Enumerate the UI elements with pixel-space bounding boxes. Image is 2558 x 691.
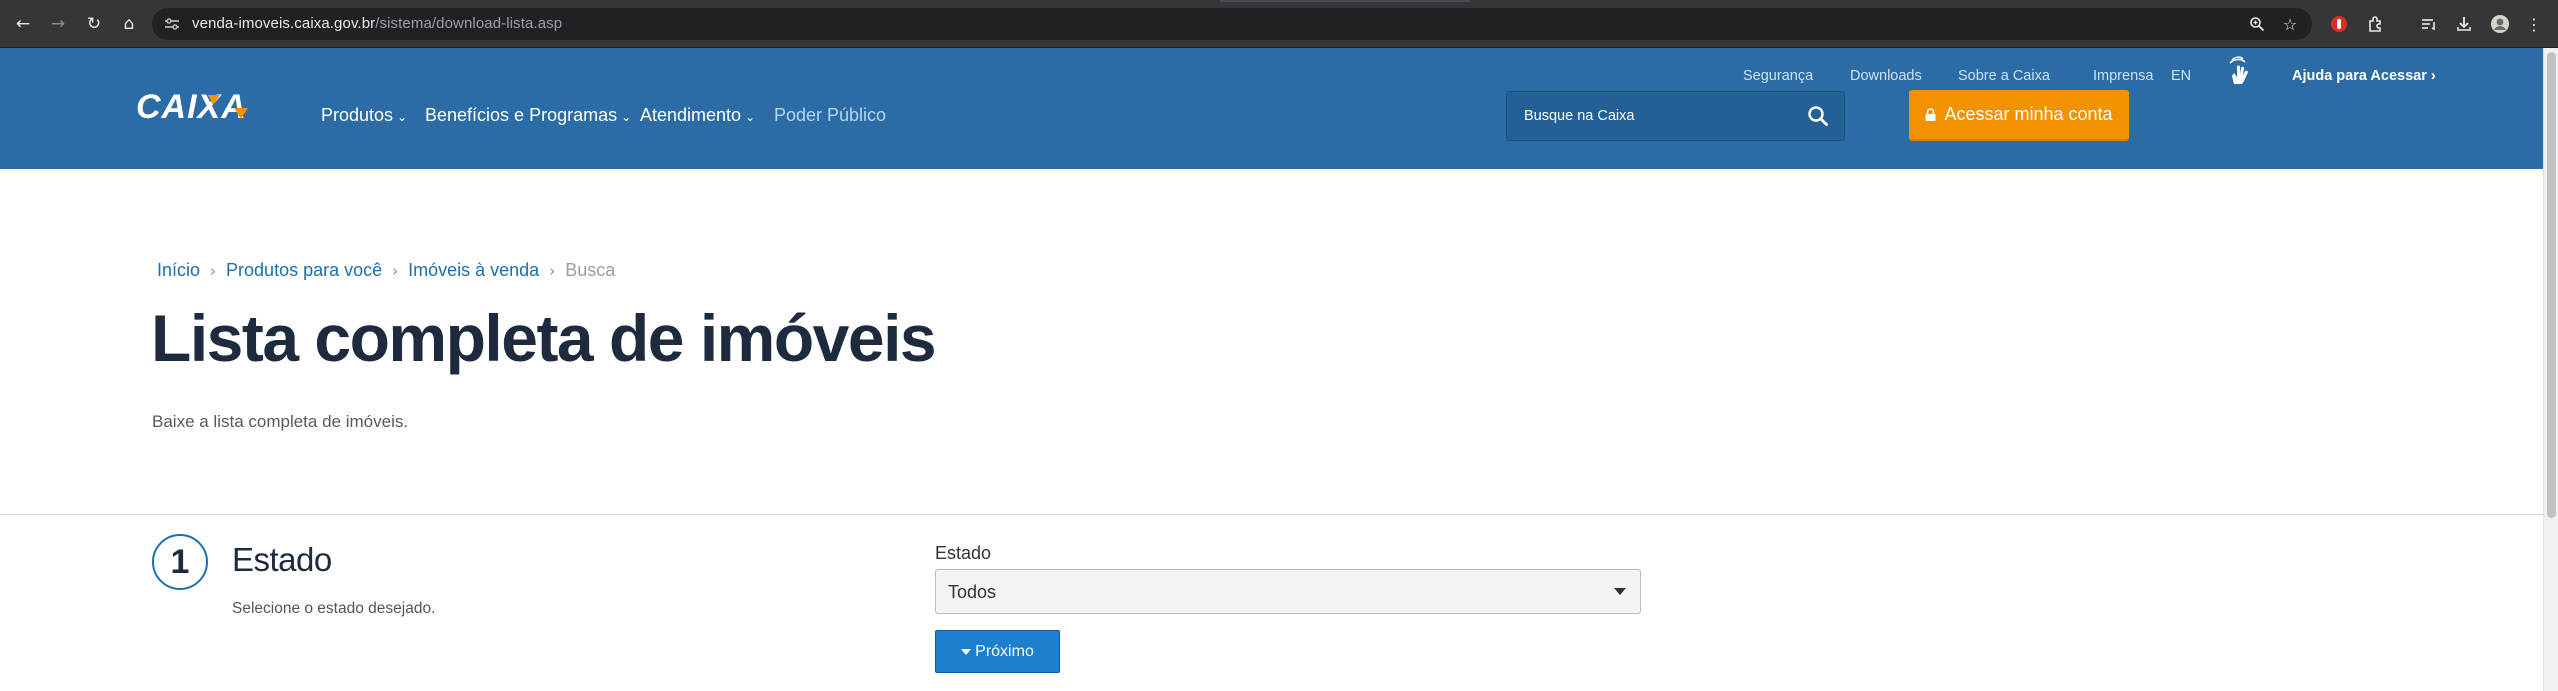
download-icon[interactable]	[2451, 11, 2477, 37]
zoom-icon[interactable]	[2244, 11, 2270, 37]
tab-search-icon[interactable]	[2416, 11, 2442, 37]
section-divider	[0, 514, 2543, 515]
url-text[interactable]: venda-imoveis.caixa.gov.br/sistema/downl…	[192, 15, 562, 32]
search-icon[interactable]	[1806, 104, 1830, 128]
nav-produtos[interactable]: Produtos ⌄	[321, 105, 407, 126]
breadcrumb-current: Busca	[565, 260, 616, 280]
extension-red-icon[interactable]	[2326, 11, 2352, 37]
profile-avatar-icon[interactable]	[2487, 11, 2513, 37]
next-button-label: Próximo	[975, 642, 1034, 660]
top-link-seguranca[interactable]: Segurança	[1743, 68, 1813, 84]
home-icon[interactable]: ⌂	[116, 11, 142, 37]
estado-select[interactable]: Todos	[935, 569, 1641, 614]
chevron-down-icon: ⌄	[745, 110, 756, 124]
forward-icon[interactable]: →	[45, 11, 71, 37]
extensions-puzzle-icon[interactable]	[2363, 11, 2389, 37]
nav-atendimento[interactable]: Atendimento ⌄	[640, 105, 755, 126]
step-number-badge: 1	[152, 534, 208, 590]
breadcrumb-produtos-para-voce[interactable]: Produtos para você	[226, 260, 382, 281]
estado-select-value: Todos	[948, 582, 997, 602]
search-input[interactable]	[1524, 108, 1794, 124]
page-title: Lista completa de imóveis	[151, 301, 937, 375]
breadcrumb-imoveis-a-venda[interactable]: Imóveis à venda	[408, 260, 539, 281]
top-link-downloads[interactable]: Downloads	[1850, 68, 1922, 84]
scrollbar-thumb[interactable]	[2547, 52, 2556, 518]
url-path: /sistema/download-lista.asp	[375, 15, 563, 32]
nav-poder-publico-label: Poder Público	[774, 105, 887, 125]
step-description: Selecione o estado desejado.	[232, 600, 436, 617]
chevron-down-icon: ⌄	[397, 110, 408, 124]
bookmark-star-icon[interactable]: ☆	[2277, 11, 2303, 37]
estado-field-label: Estado	[935, 543, 992, 563]
svg-text:CAIXA: CAIXA	[136, 88, 247, 124]
step-title: Estado	[232, 541, 332, 578]
nav-beneficios-e-programas[interactable]: Benefícios e Programas ⌄	[425, 105, 631, 126]
nav-produtos-label: Produtos	[321, 105, 394, 125]
breadcrumb-separator: ›	[210, 261, 217, 280]
lock-icon	[1925, 108, 1936, 121]
top-link-en[interactable]: EN	[2171, 68, 2191, 84]
back-icon[interactable]: ←	[10, 11, 36, 37]
chevron-down-icon: ⌄	[621, 110, 632, 124]
breadcrumb-separator: ›	[392, 261, 399, 280]
accessibility-hand-icon[interactable]	[2225, 54, 2251, 88]
menu-kebab-icon[interactable]: ⋮	[2521, 11, 2547, 37]
breadcrumb: Início › Produtos para você › Imóveis à …	[157, 260, 615, 281]
url-host: venda-imoveis.caixa.gov.br	[192, 15, 376, 32]
next-button[interactable]: Próximo	[935, 630, 1060, 673]
nav-poder-publico[interactable]: Poder Público	[774, 105, 886, 126]
site-header: CAIXA Segurança Downloads Sobre a Caixa …	[0, 48, 2543, 169]
tab-strip-edge	[1220, 0, 1470, 2]
page-description: Baixe a lista completa de imóveis.	[152, 412, 409, 431]
nav-beneficios-label: Benefícios e Programas	[425, 105, 618, 125]
login-button-label: Acessar minha conta	[1944, 104, 2113, 124]
site-search	[1506, 91, 1845, 141]
caixa-logo[interactable]: CAIXA	[136, 88, 262, 124]
login-button[interactable]: Acessar minha conta	[1909, 90, 2129, 141]
page-scrollbar[interactable]	[2543, 48, 2558, 691]
top-link-sobre-a-caixa[interactable]: Sobre a Caixa	[1958, 68, 2050, 84]
browser-toolbar: ← → ↻ ⌂ venda-imoveis.caixa.gov.br/siste…	[0, 0, 2558, 48]
caret-down-icon	[1614, 588, 1626, 595]
top-link-imprensa[interactable]: Imprensa	[2093, 68, 2153, 84]
site-info-icon[interactable]	[164, 13, 182, 35]
nav-atendimento-label: Atendimento	[640, 105, 742, 125]
breadcrumb-inicio[interactable]: Início	[157, 260, 200, 281]
reload-icon[interactable]: ↻	[81, 11, 107, 37]
help-access-link[interactable]: Ajuda para Acessar ›	[2292, 68, 2436, 84]
caret-down-icon	[961, 649, 972, 655]
breadcrumb-separator: ›	[549, 261, 556, 280]
